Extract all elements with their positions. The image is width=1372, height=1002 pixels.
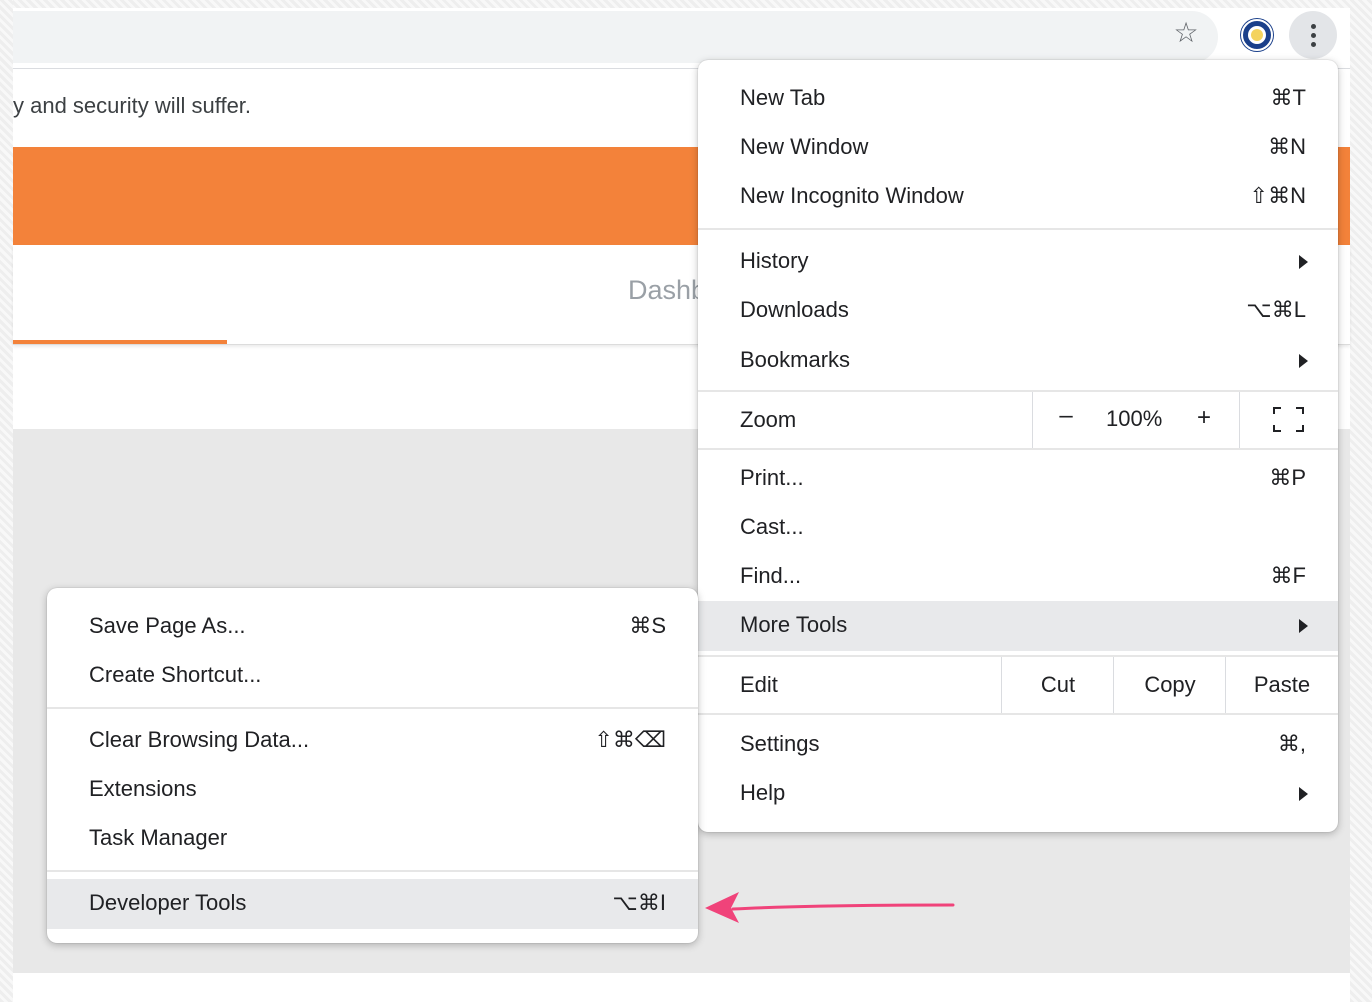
- menu-item-extensions[interactable]: Extensions: [47, 765, 698, 814]
- browser-toolbar: ☆: [13, 8, 1350, 68]
- menu-item-help[interactable]: Help: [698, 769, 1338, 818]
- menu-item-cast[interactable]: Cast...: [698, 503, 1338, 552]
- warning-text: y and security will suffer.: [13, 93, 252, 118]
- zoom-in-button[interactable]: +: [1194, 404, 1214, 432]
- paste-button[interactable]: Paste: [1226, 657, 1338, 713]
- menu-item-label: Cast...: [740, 514, 804, 539]
- menu-edit-row: Edit Cut Copy Paste: [698, 657, 1338, 713]
- divider: [1032, 392, 1033, 448]
- menu-item-developer-tools[interactable]: Developer Tools ⌥⌘I: [47, 879, 698, 929]
- divider: [1239, 392, 1240, 448]
- menu-item-label: New Tab: [740, 85, 826, 110]
- menu-item-clear-browsing-data[interactable]: Clear Browsing Data... ⇧⌘⌫: [47, 716, 698, 765]
- menu-item-new-window[interactable]: New Window ⌘N: [698, 123, 1338, 172]
- menu-item-label: Extensions: [89, 776, 197, 801]
- menu-item-create-shortcut[interactable]: Create Shortcut...: [47, 651, 698, 700]
- menu-separator: [47, 707, 698, 709]
- edit-label: Edit: [740, 672, 778, 697]
- menu-item-label: Bookmarks: [740, 347, 851, 372]
- menu-item-new-incognito-window[interactable]: New Incognito Window ⇧⌘N: [698, 172, 1338, 221]
- more-vert-icon: [1311, 24, 1316, 29]
- menu-item-shortcut: ⌥⌘I: [612, 890, 666, 915]
- star-icon[interactable]: ☆: [1171, 18, 1201, 48]
- menu-separator: [698, 448, 1338, 450]
- more-vert-dot: [1311, 42, 1316, 47]
- menu-item-label: Save Page As...: [89, 613, 246, 638]
- frame-left-edge: [0, 0, 13, 1002]
- menu-separator: [698, 713, 1338, 715]
- menu-item-shortcut: ⇧⌘⌫: [594, 727, 666, 752]
- frame-top-edge: [0, 0, 1372, 8]
- fullscreen-icon[interactable]: [1273, 407, 1304, 432]
- zoom-out-button[interactable]: –: [1056, 402, 1076, 430]
- annotation-arrow-icon: [705, 892, 955, 923]
- menu-item-shortcut: ⌘P: [1269, 465, 1306, 490]
- copy-button[interactable]: Copy: [1114, 657, 1226, 713]
- menu-item-shortcut: ⌘T: [1270, 85, 1306, 110]
- menu-item-downloads[interactable]: Downloads ⌥⌘L: [698, 286, 1338, 335]
- menu-item-label: New Incognito Window: [740, 183, 964, 208]
- menu-item-bookmarks[interactable]: Bookmarks: [698, 336, 1338, 385]
- menu-item-label: Create Shortcut...: [89, 662, 262, 687]
- tab-dashboard[interactable]: Dashb: [628, 275, 706, 306]
- zoom-level: 100%: [1106, 406, 1163, 431]
- menu-item-save-page-as[interactable]: Save Page As... ⌘S: [47, 602, 698, 651]
- menu-item-settings[interactable]: Settings ⌘,: [698, 720, 1338, 769]
- cut-button[interactable]: Cut: [1002, 657, 1114, 713]
- menu-item-label: Task Manager: [89, 825, 228, 850]
- menu-item-shortcut: ⌘S: [629, 613, 666, 638]
- frame-right-edge: [1350, 0, 1372, 1002]
- menu-item-label: Downloads: [740, 297, 849, 322]
- menu-item-label: Developer Tools: [89, 890, 247, 915]
- menu-item-label: Settings: [740, 731, 820, 756]
- more-vert-dot: [1311, 33, 1316, 38]
- menu-item-shortcut: ⇧⌘N: [1249, 183, 1306, 208]
- menu-separator: [47, 870, 698, 872]
- more-tools-submenu: Save Page As... ⌘S Create Shortcut... Cl…: [47, 588, 698, 943]
- menu-item-shortcut: ⌥⌘L: [1246, 297, 1306, 322]
- menu-item-print[interactable]: Print... ⌘P: [698, 454, 1338, 503]
- menu-item-new-tab[interactable]: New Tab ⌘T: [698, 74, 1338, 123]
- submenu-arrow-icon: [1299, 255, 1308, 269]
- submenu-arrow-icon: [1299, 619, 1308, 633]
- menu-item-label: Help: [740, 780, 786, 805]
- menu-item-label: History: [740, 248, 809, 273]
- menu-separator: [698, 228, 1338, 230]
- submenu-arrow-icon: [1299, 354, 1308, 368]
- menu-item-label: New Window: [740, 134, 869, 159]
- menu-item-history[interactable]: History: [698, 237, 1338, 286]
- menu-item-shortcut: ⌘N: [1268, 134, 1306, 159]
- menu-item-label: More Tools: [740, 612, 848, 637]
- active-tab-indicator: [13, 340, 227, 344]
- menu-zoom-row: Zoom – 100% +: [698, 392, 1338, 448]
- address-bar[interactable]: [13, 11, 1218, 63]
- extension-icon[interactable]: [1241, 19, 1273, 51]
- menu-item-find[interactable]: Find... ⌘F: [698, 552, 1338, 601]
- zoom-label: Zoom: [740, 407, 797, 432]
- menu-item-shortcut: ⌘F: [1270, 563, 1306, 588]
- chrome-main-menu: New Tab ⌘T New Window ⌘N New Incognito W…: [698, 60, 1338, 832]
- more-options-button[interactable]: [1289, 11, 1337, 59]
- menu-item-label: Find...: [740, 563, 802, 588]
- menu-item-more-tools[interactable]: More Tools: [698, 601, 1338, 651]
- menu-item-shortcut: ⌘,: [1277, 731, 1306, 756]
- menu-item-label: Clear Browsing Data...: [89, 727, 310, 752]
- submenu-arrow-icon: [1299, 787, 1308, 801]
- menu-item-task-manager[interactable]: Task Manager: [47, 814, 698, 863]
- menu-item-label: Print...: [740, 465, 804, 490]
